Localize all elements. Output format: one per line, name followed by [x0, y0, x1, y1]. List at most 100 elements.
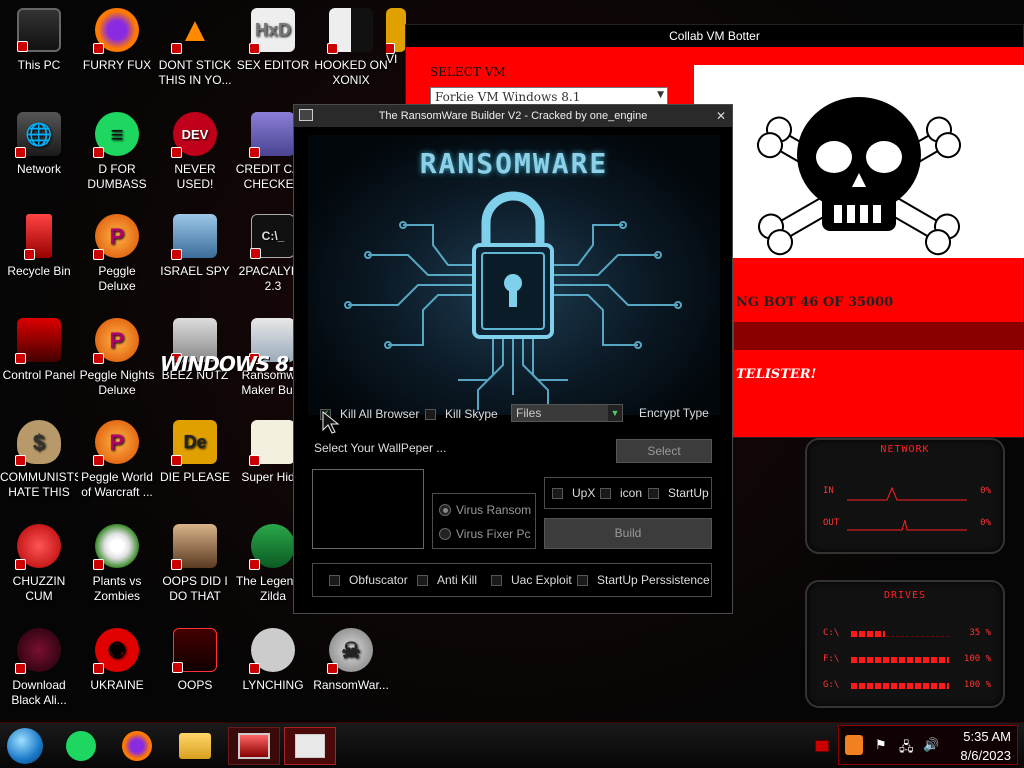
radio-dot — [439, 504, 451, 516]
desktop-icon-furry-fux[interactable]: FURRY FUX — [78, 8, 156, 73]
discord-like-icon: ≡ — [93, 112, 139, 158]
drive-label: C:\ — [823, 628, 840, 638]
icon-checkbox[interactable]: icon — [600, 486, 642, 500]
folder-icon — [179, 733, 211, 759]
bot-status-text: NG BOT 46 OF 35000 — [736, 295, 894, 310]
build-button[interactable]: Build — [544, 518, 712, 549]
desktop-icon-dont-stick[interactable]: ▲ DONT STICK THIS IN YO... — [156, 8, 234, 88]
desktop-icon-communists[interactable]: $ COMMUNISTS HATE THIS G... — [0, 420, 78, 500]
taskbar-explorer[interactable] — [172, 727, 218, 765]
desktop-icon-ukraine[interactable]: ☢ UKRAINE — [78, 628, 156, 693]
drive-value: 35 % — [969, 628, 991, 638]
virus-ransom-radio[interactable]: Virus Ransom — [439, 503, 531, 517]
collab-window-title[interactable]: Collab VM Botter — [406, 25, 1023, 47]
kill-all-browser-label: Kill All Browser — [340, 407, 420, 421]
encrypt-type-select[interactable]: Files ▼ — [511, 404, 623, 422]
drive-usage-bar — [851, 657, 949, 663]
startup-persistence-checkbox[interactable]: StartUp Perssistence — [577, 573, 710, 587]
folder-icon — [386, 8, 406, 54]
devcpp-icon: DEV — [171, 112, 217, 158]
builder-title: The RansomWare Builder V2 - Cracked by o… — [378, 110, 648, 122]
skull-icon: ☠ — [327, 628, 373, 674]
taskbar-app-green[interactable] — [58, 727, 104, 765]
drive-usage-bar — [851, 683, 949, 689]
start-button[interactable] — [2, 727, 48, 765]
desktop-icon-peggle-nights[interactable]: P Peggle Nights Deluxe — [78, 318, 156, 398]
network-title: NETWORK — [880, 444, 930, 455]
desktop-icon-download-black[interactable]: Download Black Ali... — [0, 628, 78, 708]
skull-crossbones-image — [694, 65, 1024, 258]
peggle-icon: P — [93, 318, 139, 364]
upx-checkbox[interactable]: UpX — [552, 486, 595, 500]
terminal-icon: C:\_ — [250, 214, 295, 259]
black-orb-icon — [15, 628, 61, 674]
network-icon[interactable]: 🖧 — [899, 738, 914, 760]
desktop-icon-d-for-dumbass[interactable]: ≡ D FOR DUMBASS — [78, 112, 156, 192]
select-wallpaper-button[interactable]: Select — [616, 439, 712, 463]
desktop-icon-never-used[interactable]: DEV NEVER USED! — [156, 112, 234, 192]
oops-icon — [172, 628, 217, 673]
flag-icon[interactable]: ⚑ — [875, 738, 887, 753]
money-bag-icon: $ — [15, 420, 61, 466]
desktop-icon-ransomwar[interactable]: ☠ RansomWar... — [312, 628, 390, 693]
obfuscator-label: Obfuscator — [349, 573, 408, 587]
desktop-icon-recycle-bin[interactable]: Recycle Bin — [0, 214, 78, 279]
encrypt-type-label: Encrypt Type — [639, 406, 709, 420]
app-window-icon — [295, 734, 325, 758]
desktop-icon-israel-spy[interactable]: ISRAEL SPY — [156, 214, 234, 279]
desktop-icon-oops[interactable]: OOPS — [156, 628, 234, 693]
drive-value: 100 % — [963, 654, 991, 664]
desktop-icon-peggle-wow[interactable]: P Peggle World of Warcraft ... — [78, 420, 156, 500]
desktop-icon-control-panel[interactable]: Control Panel — [0, 318, 78, 383]
clock-time[interactable]: 5:35 AM — [963, 729, 1011, 744]
startup-label: StartUp — [668, 486, 709, 500]
ransomware-banner-image: RANSOMWARE — [308, 135, 720, 415]
checkbox-box — [491, 574, 502, 586]
drive-usage-bar — [851, 631, 949, 637]
drives-panel: DRIVES C:\ 35 % F:\ 100 % G:\ 100 % — [805, 580, 1005, 708]
firefox-icon — [122, 731, 152, 761]
desktop-icon-sex-editor[interactable]: HxD SEX EDITOR — [234, 8, 312, 73]
select-vm-label: SELECT VM — [430, 65, 506, 79]
desktop-icon-chuzzin[interactable]: CHUZZIN CUM — [0, 524, 78, 604]
desktop-icon-oops-did-i[interactable]: OOPS DID I DO THAT — [156, 524, 234, 604]
system-tray: ⚑ 🖧 🔊 5:35 AM 8/6/2023 — [838, 725, 1018, 765]
system-monitor-gadget: NETWORK IN 0% OUT 0% DRIVES C:\ 35 % F:\… — [795, 438, 1015, 713]
desktop-icon-this-pc[interactable]: This PC — [0, 8, 78, 73]
uac-exploit-checkbox[interactable]: Uac Exploit — [491, 573, 572, 587]
anti-kill-checkbox[interactable]: Anti Kill — [417, 573, 477, 587]
desktop-icon-lynching[interactable]: LYNCHING — [234, 628, 312, 693]
clock-date[interactable]: 8/6/2023 — [960, 748, 1011, 763]
virus-fixer-radio[interactable]: Virus Fixer Pc — [439, 527, 530, 541]
taskbar-active-app[interactable] — [228, 727, 280, 765]
drive-row: C:\ 35 % — [823, 628, 991, 638]
drive-row: G:\ 100 % — [823, 680, 991, 690]
ransomware-builder-window: The RansomWare Builder V2 - Cracked by o… — [293, 104, 733, 614]
peggle-icon: P — [93, 420, 139, 466]
startup-checkbox[interactable]: StartUp — [648, 486, 709, 500]
drive-label: G:\ — [823, 680, 840, 690]
desktop-icon-plants-vs-zombies[interactable]: Plants vs Zombies — [78, 524, 156, 604]
drive-row: F:\ 100 % — [823, 654, 991, 664]
kill-skype-checkbox[interactable]: Kill Skype — [425, 407, 498, 421]
desktop-icon-peggle-deluxe[interactable]: P Peggle Deluxe — [78, 214, 156, 294]
obfuscator-checkbox[interactable]: Obfuscator — [329, 573, 408, 587]
network-icon: 🌐 — [15, 112, 61, 158]
volume-icon[interactable]: 🔊 — [923, 738, 939, 753]
checkbox-box — [417, 574, 428, 586]
network-out-label: OUT — [823, 518, 840, 528]
taskbar-firefox[interactable] — [114, 727, 160, 765]
chevron-down-icon: ▼ — [608, 405, 622, 421]
desktop-icon-network[interactable]: 🌐 Network — [0, 112, 78, 177]
network-computers-icon — [171, 214, 217, 260]
builder-titlebar[interactable]: The RansomWare Builder V2 - Cracked by o… — [294, 105, 732, 127]
uac-exploit-label: Uac Exploit — [511, 573, 572, 587]
close-icon[interactable]: ✕ — [716, 105, 726, 127]
pixel-dog-icon — [249, 420, 295, 466]
desktop-icon-die-please[interactable]: De DIE PLEASE — [156, 420, 234, 485]
tray-app-icon[interactable] — [845, 735, 863, 755]
taskbar-builder-app[interactable] — [284, 727, 336, 765]
virus-ransom-label: Virus Ransom — [456, 503, 532, 517]
tray-overflow-icon[interactable] — [815, 740, 829, 752]
desktop-icon-hooked-on-xonix[interactable]: HOOKED ON XONIX — [312, 8, 390, 88]
